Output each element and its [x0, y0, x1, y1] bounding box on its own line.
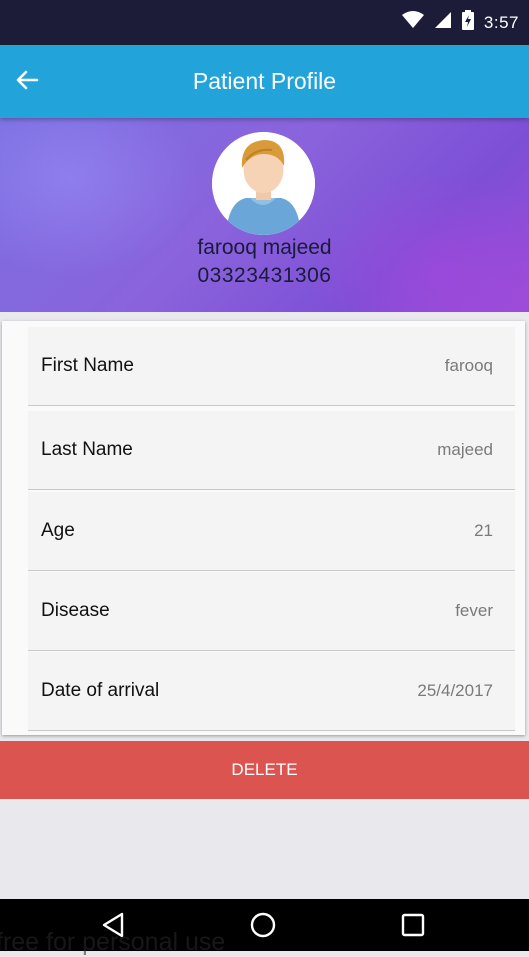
field-row-first-name: First Name farooq — [28, 327, 515, 406]
wifi-icon — [401, 11, 424, 34]
field-value: fever — [455, 601, 493, 620]
nav-recents-button[interactable] — [393, 907, 433, 947]
field-label: First Name — [41, 355, 134, 376]
avatar — [212, 132, 315, 235]
field-row-last-name: Last Name majeed — [28, 411, 515, 490]
user-avatar-icon — [212, 132, 315, 235]
battery-icon — [461, 10, 474, 35]
patient-name: farooq majeed — [197, 236, 332, 259]
square-recents-icon — [401, 913, 425, 942]
field-label: Age — [41, 520, 75, 541]
navigation-bar — [0, 899, 529, 951]
field-label: Disease — [41, 600, 110, 621]
nav-home-button[interactable] — [243, 907, 283, 947]
field-row-age: Age 21 — [28, 492, 515, 571]
field-value: 25/4/2017 — [417, 681, 493, 700]
status-bar: 3:57 — [0, 0, 529, 45]
nav-back-button[interactable] — [93, 907, 133, 947]
app-bar: Patient Profile — [0, 45, 529, 118]
field-label: Date of arrival — [41, 680, 160, 701]
field-label: Last Name — [41, 439, 133, 460]
signal-icon — [434, 11, 452, 34]
field-row-disease: Disease fever — [28, 572, 515, 651]
patient-phone: 03323431306 — [197, 264, 332, 287]
page-title: Patient Profile — [192, 68, 337, 94]
circle-home-icon — [250, 912, 276, 943]
patient-details-card: First Name farooq Last Name majeed Age 2… — [2, 321, 525, 735]
field-value: farooq — [444, 356, 493, 375]
field-row-date-of-arrival: Date of arrival 25/4/2017 — [28, 652, 515, 731]
profile-header: farooq majeed 03323431306 — [0, 118, 529, 312]
triangle-back-icon — [101, 912, 125, 943]
field-value: majeed — [437, 440, 493, 459]
clock: 3:57 — [483, 12, 519, 32]
field-value: 21 — [474, 521, 493, 540]
delete-button[interactable]: DELETE — [0, 741, 529, 799]
